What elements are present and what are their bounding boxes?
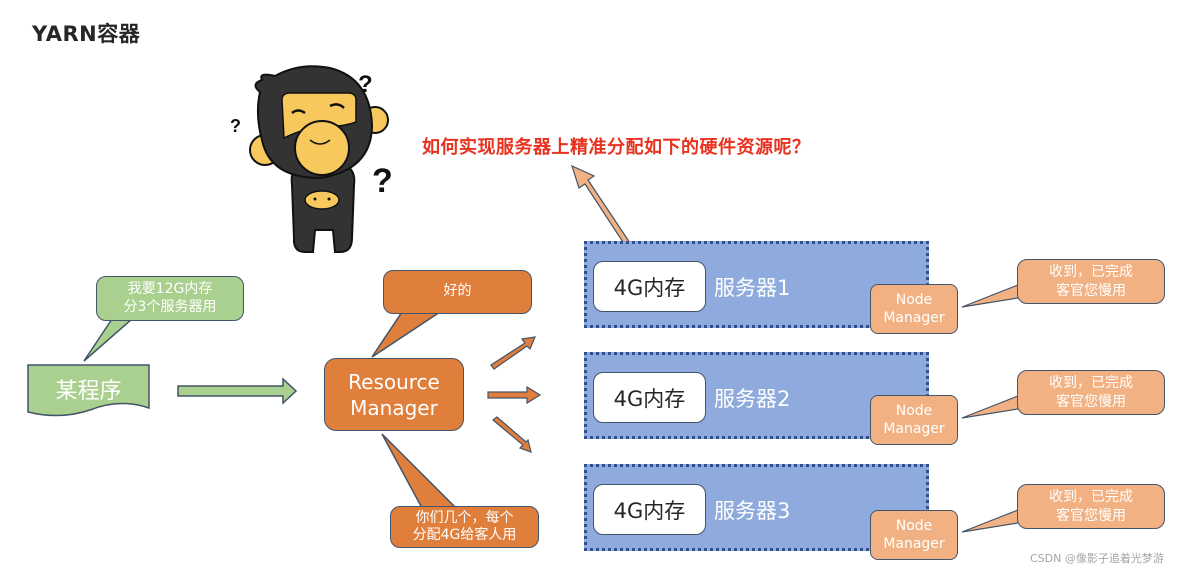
server-3-label: 服务器3 <box>714 499 791 523</box>
program-to-rm-arrow <box>177 377 298 405</box>
program-label: 某程序 <box>55 379 122 404</box>
nm-line-1: Node <box>895 517 933 534</box>
watermark: CSDN @像影子追着光梦游 <box>1030 552 1164 565</box>
rm-line-1: Resource <box>348 369 440 394</box>
green-bubble-tail <box>83 318 134 362</box>
server-2-reply-bubble: 收到，已完成 客官您慢用 <box>1017 370 1165 415</box>
rm-instruction-bubble: 你们几个，每个 分配4G给客人用 <box>390 506 539 548</box>
nm-line-2: Manager <box>883 536 945 552</box>
reply-line-1: 收到，已完成 <box>1049 375 1133 392</box>
rm-to-server2-arrow <box>487 385 542 405</box>
rm-to-server1-arrow <box>490 336 536 370</box>
rm-line-2: Manager <box>350 395 438 420</box>
server-3-memory: 4G内存 <box>593 484 706 535</box>
nm-line-1: Node <box>895 291 933 308</box>
confused-monkey-icon: ? ? ? <box>230 65 393 253</box>
instruction-bubble-tail <box>381 433 458 509</box>
instruction-line-2: 分配4G给客人用 <box>412 527 517 543</box>
nm-line-2: Manager <box>883 421 945 437</box>
nm1-reply-tail <box>961 284 1019 308</box>
server-1-memory: 4G内存 <box>593 261 706 312</box>
nm-line-1: Node <box>895 402 933 419</box>
question-headline: 如何实现服务器上精准分配如下的硬件资源呢？ <box>422 137 811 158</box>
rm-reply-bubble: 好的 <box>383 270 532 314</box>
reply-line-2: 客官您慢用 <box>1056 393 1126 410</box>
question-mark-icon: ? <box>372 162 393 200</box>
request-line-2: 分3个服务器用 <box>123 298 217 315</box>
program-request-bubble: 我要12G内存 分3个服务器用 <box>96 276 244 321</box>
nm-line-2: Manager <box>883 310 945 326</box>
server-3-reply-bubble: 收到，已完成 客官您慢用 <box>1017 484 1165 529</box>
server-3-node-manager: Node Manager <box>870 510 958 560</box>
resource-manager-box: Resource Manager <box>324 358 464 431</box>
server-1-node-manager: Node Manager <box>870 284 958 334</box>
server-2-node-manager: Node Manager <box>870 395 958 445</box>
reply-line-2: 客官您慢用 <box>1056 507 1126 524</box>
reply-line-1: 收到，已完成 <box>1049 264 1133 281</box>
question-mark-icon: ? <box>358 71 373 98</box>
instruction-line-1: 你们几个，每个 <box>415 509 514 526</box>
request-line-1: 我要12G内存 <box>127 281 213 297</box>
ok-bubble-tail <box>371 311 443 358</box>
server-2-memory: 4G内存 <box>593 372 706 423</box>
question-mark-icon: ? <box>230 116 241 136</box>
nm3-reply-tail <box>961 509 1019 533</box>
nm2-reply-tail <box>961 395 1019 419</box>
reply-line-2: 客官您慢用 <box>1056 282 1126 299</box>
server-1-reply-bubble: 收到，已完成 客官您慢用 <box>1017 259 1165 304</box>
server-2-label: 服务器2 <box>714 387 791 411</box>
reply-line-1: 收到，已完成 <box>1049 489 1133 506</box>
rm-to-server3-arrow <box>492 416 532 453</box>
server-1-label: 服务器1 <box>714 276 791 300</box>
